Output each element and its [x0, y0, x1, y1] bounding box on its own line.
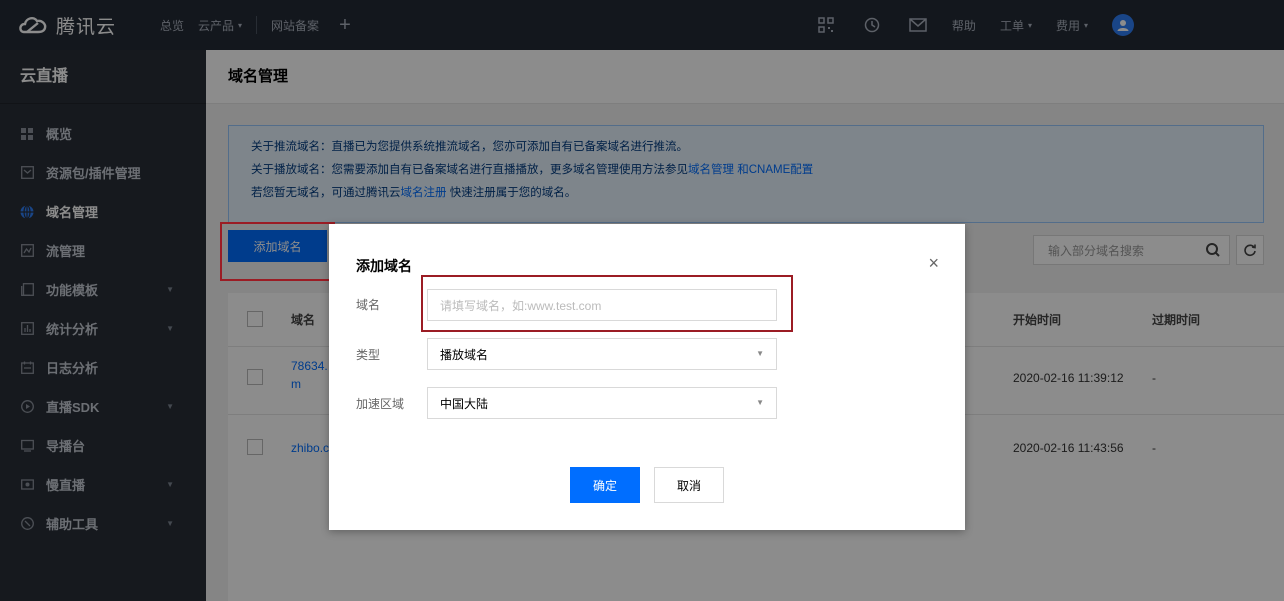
region-select-value: 中国大陆 [440, 396, 489, 411]
highlight-box-add-button [220, 222, 335, 281]
region-select[interactable]: 中国大陆 ▼ [427, 387, 777, 419]
dialog-title: 添加域名 [356, 258, 412, 274]
region-label: 加速区域 [356, 397, 405, 411]
add-domain-dialog: 添加域名 × 域名 请填写域名，如:www.test.com 类型 播放域名 ▼… [329, 224, 965, 530]
cancel-button[interactable]: 取消 [654, 467, 724, 503]
confirm-button[interactable]: 确定 [570, 467, 640, 503]
type-select[interactable]: 播放域名 ▼ [427, 338, 777, 370]
close-icon[interactable]: × [928, 254, 939, 272]
type-select-value: 播放域名 [440, 347, 489, 362]
domain-label: 域名 [356, 298, 381, 312]
chevron-down-icon: ▼ [756, 349, 764, 358]
chevron-down-icon: ▼ [756, 398, 764, 407]
type-label: 类型 [356, 348, 381, 362]
highlight-box-domain-input [421, 275, 793, 332]
